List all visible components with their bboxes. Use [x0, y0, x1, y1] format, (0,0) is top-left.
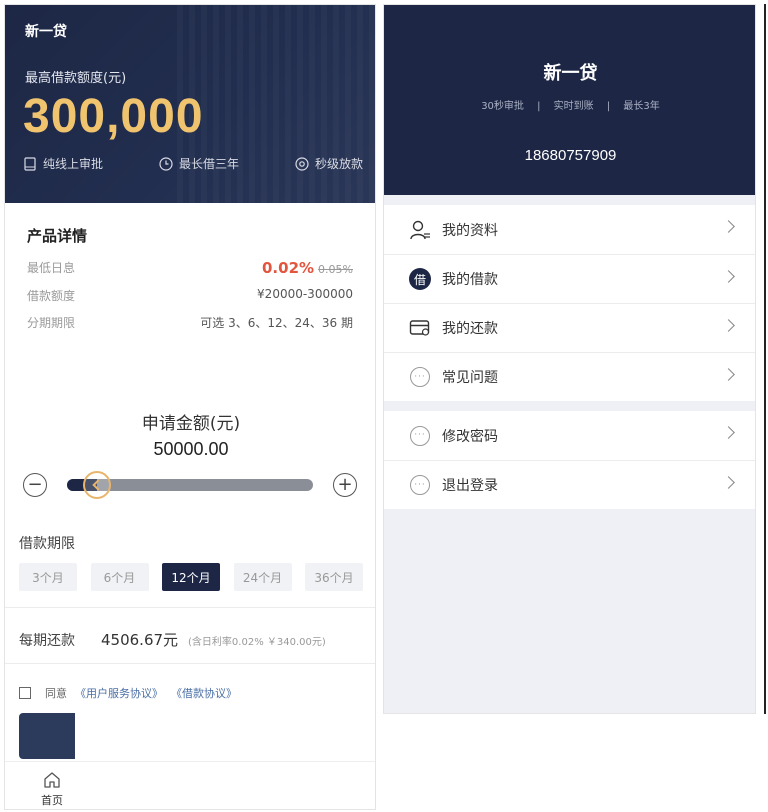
increase-button[interactable]: +: [333, 473, 357, 497]
agree-checkbox[interactable]: [19, 687, 31, 699]
feature-label: 最长借三年: [178, 157, 239, 171]
hero-texture: [177, 5, 375, 203]
card-icon: [408, 316, 432, 340]
amount-value: 50000.00: [153, 439, 229, 459]
feature-label: 秒级放款: [314, 157, 363, 171]
tablet-icon: [24, 156, 36, 171]
menu-label: 常见问题: [442, 370, 498, 386]
term-option[interactable]: 24个月: [233, 563, 292, 591]
tagline-separator: |: [537, 101, 541, 112]
agreement-row: 同意 《用户服务协议》 《借款协议》: [19, 685, 237, 701]
menu-item-logout[interactable]: ··· 退出登录: [384, 460, 755, 509]
loan-agreement-link[interactable]: 《借款协议》: [171, 685, 237, 701]
hero-banner: 新一贷 最高借款额度(元) 300,000 纯线上审批 最长借三年 秒级放款: [5, 5, 375, 203]
chevron-left-icon: [92, 479, 104, 491]
term-option[interactable]: 12个月: [162, 563, 220, 591]
chevron-right-icon: [722, 476, 735, 489]
repay-note: (含日利率0.02% ￥340.00元): [188, 637, 326, 648]
more-icon: ···: [408, 365, 432, 389]
term-option[interactable]: 36个月: [305, 563, 363, 591]
repay-label: 每期还款: [19, 633, 75, 649]
detail-row-term: 分期期限 可选 3、6、12、24、36 期: [27, 314, 353, 331]
chevron-right-icon: [722, 319, 735, 332]
feature-list: 纯线上审批 最长借三年 秒级放款: [23, 155, 363, 172]
chevron-right-icon: [722, 368, 735, 381]
divider: [5, 607, 375, 608]
menu-group-main: 我的资料 借 我的借款 我的还款 ··· 常见问题: [384, 205, 755, 401]
loan-apply-screen: 新一贷 最高借款额度(元) 300,000 纯线上审批 最长借三年 秒级放款 产…: [4, 4, 376, 810]
account-screen: 新一贷 30秒审批 | 实时到账 | 最长3年 18680757909 我的资料…: [383, 4, 756, 714]
menu-label: 我的资料: [442, 222, 498, 239]
menu-label: 我的借款: [442, 272, 498, 288]
user-icon: [408, 218, 432, 242]
target-icon: [295, 156, 309, 171]
feature-duration: 最长借三年: [159, 155, 239, 172]
tab-home[interactable]: 首页: [35, 770, 69, 808]
chevron-right-icon: [722, 426, 735, 439]
limit-label: 最高借款额度(元): [25, 71, 127, 86]
menu-label: 我的还款: [442, 321, 498, 337]
term-option[interactable]: 6个月: [90, 563, 149, 591]
rate-old: 0.05%: [318, 263, 353, 276]
tagline-item: 30秒审批: [481, 101, 524, 112]
menu-item-profile[interactable]: 我的资料: [384, 205, 755, 254]
menu-item-repayments[interactable]: 我的还款: [384, 303, 755, 352]
menu-item-loans[interactable]: 借 我的借款: [384, 254, 755, 303]
menu-label: 退出登录: [442, 478, 498, 494]
term-option[interactable]: 3个月: [19, 563, 77, 591]
borrow-glyph: 借: [409, 268, 431, 290]
detail-value: ¥20000-300000: [257, 287, 353, 301]
detail-value: 可选 3、6、12、24、36 期: [200, 316, 353, 330]
term-label: 借款期限: [19, 536, 75, 552]
more-icon: ···: [408, 473, 432, 497]
detail-label: 借款额度: [27, 289, 76, 303]
more-icon: ···: [408, 424, 432, 448]
service-agreement-link[interactable]: 《用户服务协议》: [75, 685, 163, 701]
menu-group-settings: ··· 修改密码 ··· 退出登录: [384, 411, 755, 509]
tab-bar: 首页: [5, 761, 375, 809]
detail-label: 最低日息: [27, 261, 76, 275]
frame-edge: [764, 4, 766, 714]
tab-home-label: 首页: [41, 794, 63, 807]
app-title: 新一贷: [25, 24, 67, 40]
product-details: 产品详情 最低日息 0.02% 0.05% 借款额度 ¥20000-300000 …: [5, 203, 375, 343]
redaction-overlay: [75, 711, 365, 763]
tagline-separator: |: [606, 101, 611, 112]
account-title: 新一贷: [543, 63, 598, 84]
details-title: 产品详情: [27, 227, 88, 245]
dots-glyph: ···: [410, 367, 430, 387]
home-icon: [44, 772, 60, 788]
repay-amount: 4506.67元: [101, 631, 179, 649]
menu-item-change-password[interactable]: ··· 修改密码: [384, 411, 755, 460]
amount-label: 申请金额(元): [141, 414, 241, 434]
feature-fast: 秒级放款: [295, 155, 363, 172]
tagline-item: 实时到账: [553, 101, 594, 112]
feature-label: 纯线上审批: [43, 157, 104, 171]
phone-number: 18680757909: [524, 147, 617, 164]
clock-icon: [159, 156, 173, 171]
tagline-item: 最长3年: [623, 101, 660, 112]
dots-glyph: ···: [410, 425, 430, 446]
term-options: 3个月 6个月 12个月 24个月 36个月: [19, 563, 363, 591]
agree-text: 同意: [45, 687, 67, 700]
rate-new: 0.02%: [262, 259, 315, 277]
dots-glyph: ···: [410, 475, 430, 495]
detail-row-rate: 最低日息 0.02% 0.05%: [27, 259, 353, 277]
limit-amount: 300,000: [23, 90, 204, 143]
detail-row-amount: 借款额度 ¥20000-300000: [27, 287, 353, 304]
borrow-icon: 借: [408, 267, 432, 291]
menu-label: 修改密码: [442, 428, 498, 445]
divider: [5, 663, 375, 664]
detail-rate: 0.02% 0.05%: [262, 259, 353, 277]
account-tagline: 30秒审批 | 实时到账 | 最长3年: [384, 97, 755, 112]
chevron-right-icon: [722, 270, 735, 283]
chevron-right-icon: [722, 220, 735, 233]
menu-item-faq[interactable]: ··· 常见问题: [384, 352, 755, 401]
detail-label: 分期期限: [27, 316, 76, 330]
repay-row: 每期还款 4506.67元 (含日利率0.02% ￥340.00元): [19, 629, 369, 650]
account-header: 新一贷 30秒审批 | 实时到账 | 最长3年 18680757909: [384, 5, 755, 195]
slider-thumb[interactable]: [82, 471, 111, 499]
feature-online: 纯线上审批: [23, 155, 103, 172]
decrease-button[interactable]: −: [23, 473, 47, 497]
